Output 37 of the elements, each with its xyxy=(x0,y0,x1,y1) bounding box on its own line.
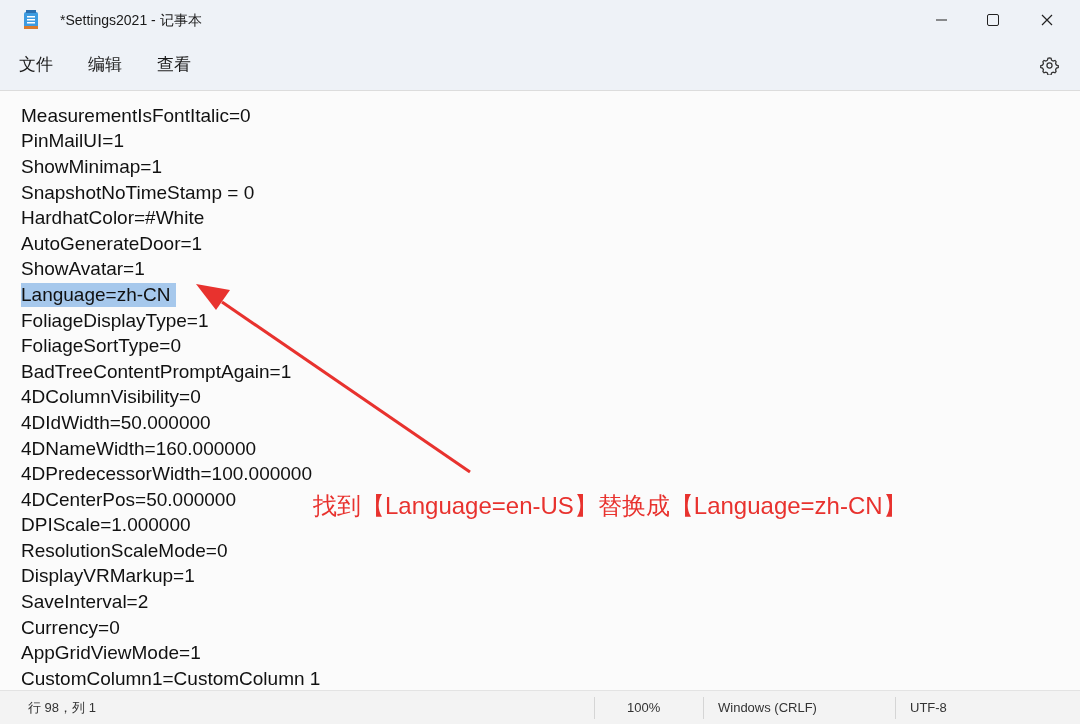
text-line: AutoGenerateDoor=1 xyxy=(21,231,203,256)
text-line: FoliageDisplayType=1 xyxy=(21,308,209,333)
text-line: Currency=0 xyxy=(21,615,120,640)
menu-item[interactable]: 查看 xyxy=(148,48,200,82)
text-line: 4DPredecessorWidth=100.000000 xyxy=(21,462,312,487)
text-line: MeasurementIsFontItalic=0 xyxy=(21,103,251,128)
line-ending: Windows (CRLF) xyxy=(717,698,818,717)
text-line: SnapshotNoTimeStamp = 0 xyxy=(21,180,255,205)
minimize-icon xyxy=(935,19,947,21)
text-line: BadTreeContentPromptAgain=1 xyxy=(21,359,292,384)
close-icon xyxy=(1041,14,1053,26)
maximize-icon xyxy=(987,14,999,26)
text-line: ResolutionScaleMode=0 xyxy=(21,538,228,563)
zoom-level: 100% xyxy=(626,698,662,717)
text-line: 4DIdWidth=50.000000 xyxy=(21,410,211,435)
annotation-text: 找到【Language=en-US】替换成【Language=zh-CN】 xyxy=(313,491,907,521)
settings-icon[interactable] xyxy=(1040,55,1059,75)
window-title: *Settings2021 - 记事本 xyxy=(60,10,202,30)
text-line: AppGridViewMode=1 xyxy=(21,641,201,666)
text-line: DisplayVRMarkup=1 xyxy=(21,564,195,589)
notepad-icon xyxy=(23,10,39,30)
text-line: PinMailUI=1 xyxy=(21,129,124,154)
text-line: 4DNameWidth=160.000000 xyxy=(21,436,256,461)
text-line: ShowMinimap=1 xyxy=(21,155,162,179)
text-line: 4DColumnVisibility=0 xyxy=(21,385,201,410)
cursor-position: 行 98，列 1 xyxy=(28,698,97,717)
menu-item[interactable]: 文件 xyxy=(10,48,62,82)
text-line: HardhatColor=#White xyxy=(21,206,205,231)
menu-item[interactable]: 编辑 xyxy=(79,48,131,82)
text-line: ShowAvatar=1 xyxy=(21,257,145,282)
text-line: FoliageSortType=0 xyxy=(21,334,181,359)
text-line: DPIScale=1.000000 xyxy=(21,513,191,538)
text-editor[interactable] xyxy=(0,90,1080,690)
text-line: CustomColumn1=CustomColumn 1 xyxy=(21,666,321,690)
text-line: SaveInterval=2 xyxy=(21,590,149,615)
encoding: UTF-8 xyxy=(909,698,947,717)
text-line: 4DCenterPos=50.000000 xyxy=(21,487,236,512)
